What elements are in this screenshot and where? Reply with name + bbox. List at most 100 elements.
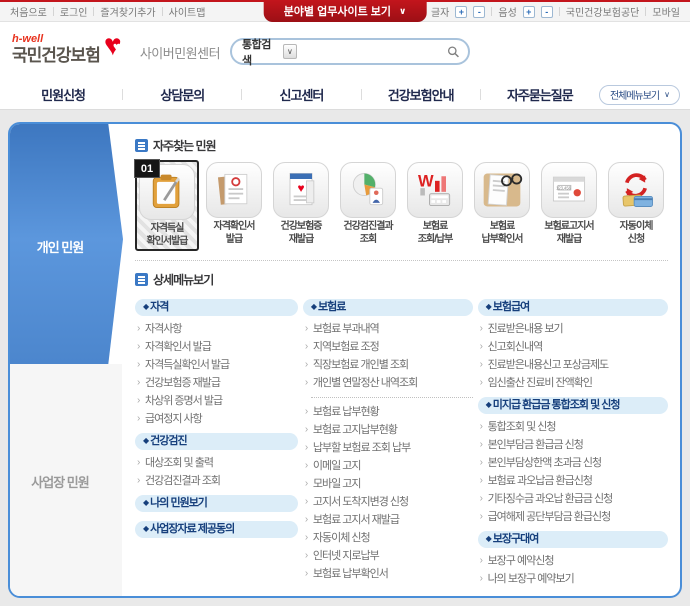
menu-section-header[interactable]: 건강검진: [135, 433, 298, 450]
menu-section-header[interactable]: 보험료: [302, 299, 473, 316]
all-menu-label: 전체메뉴보기: [609, 91, 660, 102]
nav-item-0[interactable]: 민원신청: [4, 85, 122, 104]
favorite-item-6[interactable]: 123,456 보험료고지서 재발급: [537, 160, 601, 251]
menu-item[interactable]: 보험료 고지납부현황: [303, 421, 473, 439]
main-nav-items: 민원신청 상담문의 신고센터 건강보험안내 자주묻는질문: [4, 85, 599, 104]
favorite-item-4[interactable]: W 보험료 조회/납부: [403, 160, 467, 251]
divider: [135, 260, 668, 261]
menu-item[interactable]: 본인부담금 환급금 신청: [478, 436, 668, 454]
heart-logo-icon: ♥ ♥: [103, 29, 122, 62]
menu-item[interactable]: 보험료 납부현황: [303, 403, 473, 421]
divider: [310, 397, 473, 398]
menu-section-header[interactable]: 미지급 환급금 통합조회 및 신청: [477, 397, 669, 414]
menu-item[interactable]: 임신출산 진료비 잔액확인: [478, 374, 668, 392]
nav-item-3[interactable]: 건강보험안내: [362, 85, 480, 104]
menu-item[interactable]: 직장보험료 개인별 조회: [303, 356, 473, 374]
menu-item[interactable]: 진료받은내용신고 포상금제도: [478, 356, 668, 374]
utility-link-0[interactable]: 처음으로: [10, 4, 47, 19]
menu-item[interactable]: 납부할 보험료 조회 납부: [303, 439, 473, 457]
menu-item[interactable]: 자격사항: [135, 320, 298, 338]
menu-item[interactable]: 고지서 도착지변경 신청: [303, 493, 473, 511]
menu-item[interactable]: 진료받은내용 보기: [478, 320, 668, 338]
separator: [93, 7, 95, 16]
menu-item[interactable]: 나의 보장구 예약보기: [478, 570, 668, 588]
menu-item[interactable]: 건강보험증 재발급: [135, 374, 298, 392]
all-menu-button[interactable]: 전체메뉴보기 ∨: [598, 84, 680, 105]
menu-item[interactable]: 급여정지 사항: [135, 410, 298, 428]
favorite-item-label: 보험료 납부확인서: [481, 221, 524, 245]
menu-item[interactable]: 급여해제 공단부담금 환급신청: [478, 508, 668, 526]
search-category-label: 통합검색: [242, 38, 271, 67]
voice-label: 음성: [498, 8, 517, 19]
favorites-title-row: 자주찾는 민원: [135, 137, 668, 154]
menu-item[interactable]: 자동이체 신청: [303, 529, 473, 547]
menu-section-header[interactable]: 보장구대여: [477, 531, 669, 548]
menu-item[interactable]: 모바일 고지: [303, 475, 473, 493]
favorite-item-2[interactable]: ♥ 건강보험증 재발급: [269, 160, 333, 251]
nav-item-4[interactable]: 자주묻는질문: [481, 85, 599, 104]
logo-main-label: 국민건강보험: [12, 46, 101, 65]
menu-item[interactable]: 보험료 과오납금 환급신청: [478, 472, 668, 490]
search-icon[interactable]: [447, 45, 460, 59]
chevron-down-icon: ∨: [399, 5, 407, 16]
search-input[interactable]: [300, 42, 443, 61]
menu-item[interactable]: 건강검진결과 조회: [135, 472, 298, 490]
business-sites-button[interactable]: 분야별 업무사이트 보기 ∨: [263, 0, 427, 22]
separator: [161, 7, 163, 16]
sidebar-tab-employer[interactable]: 사업장 민원: [10, 472, 110, 491]
menu-item[interactable]: 보험료 납부확인서: [303, 565, 473, 583]
page: 처음으로 로그인 즐겨찾기추가 사이트맵 분야별 업무사이트 보기 ∨ 글자 + - 음성 +…: [0, 0, 690, 606]
font-decrease-button[interactable]: -: [473, 5, 486, 18]
menu-item[interactable]: 지역보험료 조정: [303, 338, 473, 356]
favorite-item-1[interactable]: 자격확인서 발급: [202, 160, 266, 251]
favorite-item-5[interactable]: 보험료 납부확인서: [470, 160, 534, 251]
menu-section-header[interactable]: 보험급여: [477, 299, 669, 316]
menu-item[interactable]: 통합조회 및 신청: [478, 418, 668, 436]
link-nhis-corp[interactable]: 국민건강보험공단: [566, 4, 640, 19]
link-mobile[interactable]: 모바일: [652, 4, 680, 19]
menu-item[interactable]: 보험료 고지서 재발급: [303, 511, 473, 529]
favorite-item-label: 자동이체 신청: [619, 221, 654, 245]
font-increase-button[interactable]: +: [455, 5, 468, 18]
favorite-item-0[interactable]: 01 자격득실 확인서발급: [134, 159, 199, 251]
logo-hwell-label: h-well: [12, 33, 44, 45]
site-header: h-well 국민건강보험 ♥ ♥ 사이버민원센터 통합검색 ∨: [0, 22, 690, 80]
sidebar-tab-personal[interactable]: 개인 민원: [10, 237, 110, 256]
nav-item-2[interactable]: 신고센터: [242, 85, 360, 104]
favorite-item-3[interactable]: 건강검진결과 조회: [336, 160, 400, 251]
menu-item[interactable]: 본인부담상한액 초과금 신청: [478, 454, 668, 472]
svg-text:W: W: [418, 172, 434, 190]
menu-item[interactable]: 이메일 고지: [303, 457, 473, 475]
menu-column-0: 자격자격사항자격확인서 발급자격득실확인서 발급건강보험증 재발급차상위 증명서…: [135, 294, 298, 588]
menu-section-header[interactable]: 나의 민원보기: [135, 495, 298, 512]
utility-link-2[interactable]: 즐겨찾기추가: [100, 4, 155, 19]
search-category-dropdown[interactable]: ∨: [282, 44, 297, 59]
menu-item[interactable]: 신고회신내역: [478, 338, 668, 356]
site-name-label: 사이버민원센터: [139, 46, 221, 61]
menu-item[interactable]: 차상위 증명서 발급: [135, 392, 298, 410]
logo-text: h-well 국민건강보험: [12, 33, 101, 65]
nav-item-1[interactable]: 상담문의: [123, 85, 241, 104]
menu-item[interactable]: 기타징수금 과오납 환급금 신청: [478, 490, 668, 508]
menu-column-1: 보험료보험료 부과내역지역보험료 조정직장보험료 개인별 조회개인별 연말정산 …: [302, 294, 473, 588]
menu-item[interactable]: 보장구 예약신청: [478, 552, 668, 570]
search-box: 통합검색 ∨: [230, 38, 470, 67]
site-logo[interactable]: h-well 국민건강보험 ♥ ♥ 사이버민원센터: [12, 29, 221, 65]
menu-item[interactable]: 인터넷 지로납부: [303, 547, 473, 565]
voice-increase-button[interactable]: +: [522, 5, 535, 18]
pie-person-icon: [340, 162, 396, 218]
menu-section-header[interactable]: 사업장자료 제공동의: [135, 521, 298, 538]
menu-item[interactable]: 자격확인서 발급: [135, 338, 298, 356]
menu-column-2: 보험급여진료받은내용 보기신고회신내역진료받은내용신고 포상금제도임신출산 진료…: [477, 294, 669, 588]
menu-item[interactable]: 보험료 부과내역: [303, 320, 473, 338]
utility-link-3[interactable]: 사이트맵: [169, 4, 206, 19]
voice-decrease-button[interactable]: -: [540, 5, 553, 18]
menu-item[interactable]: 개인별 연말정산 내역조회: [303, 374, 473, 392]
menu-item[interactable]: 대상조회 및 출력: [135, 454, 298, 472]
utility-link-1[interactable]: 로그인: [60, 4, 88, 19]
business-sites-label: 분야별 업무사이트 보기: [283, 6, 391, 18]
menu-item[interactable]: 자격득실확인서 발급: [135, 356, 298, 374]
menu-section-header[interactable]: 자격: [135, 299, 298, 316]
main-panel: 개인 민원 사업장 민원 자주찾는 민원 01 자격득실 확인서발급 자격확인서 발급 ♥…: [8, 122, 682, 598]
favorite-item-7[interactable]: 자동이체 신청: [604, 160, 668, 251]
